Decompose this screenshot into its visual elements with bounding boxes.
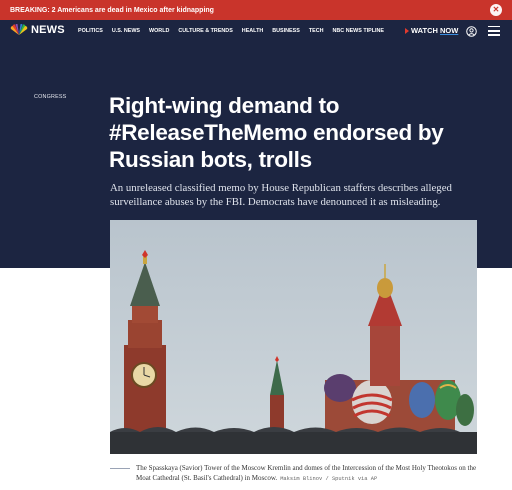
watch-now-label: NOW bbox=[439, 26, 459, 35]
nav-link-tipline[interactable]: NBC NEWS TIPLINE bbox=[333, 28, 385, 34]
play-icon bbox=[405, 27, 409, 34]
nav-links: POLITICS U.S. NEWS WORLD CULTURE & TREND… bbox=[78, 20, 384, 42]
user-icon[interactable] bbox=[466, 26, 477, 37]
photo-caption: The Spasskaya (Savior) Tower of the Mosc… bbox=[136, 463, 486, 484]
nav-link-us-news[interactable]: U.S. NEWS bbox=[112, 28, 140, 34]
article-dek: An unreleased classified memo by House R… bbox=[110, 182, 452, 208]
peacock-logo-icon bbox=[10, 24, 28, 35]
article-headline: Right-wing demand to #ReleaseTheMemo end… bbox=[109, 93, 444, 172]
menu-icon[interactable] bbox=[488, 26, 500, 36]
nav-link-health[interactable]: HEALTH bbox=[242, 28, 263, 34]
watch-now-button[interactable]: WATCH NOW bbox=[405, 26, 458, 35]
caption-rule bbox=[110, 468, 130, 469]
section-label[interactable]: CONGRESS bbox=[34, 94, 66, 100]
nav-link-tech[interactable]: TECH bbox=[309, 28, 324, 34]
nav-link-world[interactable]: WORLD bbox=[149, 28, 169, 34]
photo-credit: Maksim Blinov / Sputnik via AP bbox=[280, 476, 378, 482]
article-photo bbox=[110, 220, 477, 454]
nav-link-culture-trends[interactable]: CULTURE & TRENDS bbox=[178, 28, 232, 34]
nav-link-politics[interactable]: POLITICS bbox=[78, 28, 103, 34]
nbc-news-logo[interactable]: NEWS bbox=[10, 24, 65, 36]
nav-link-business[interactable]: BUSINESS bbox=[272, 28, 300, 34]
breaking-news-text[interactable]: BREAKING: 2 Americans are dead in Mexico… bbox=[10, 7, 214, 14]
watch-label: WATCH bbox=[411, 26, 438, 35]
top-nav: NEWS POLITICS U.S. NEWS WORLD CULTURE & … bbox=[0, 20, 512, 42]
close-icon[interactable]: ✕ bbox=[490, 4, 502, 16]
logo-text: NEWS bbox=[31, 24, 65, 36]
breaking-news-banner[interactable]: BREAKING: 2 Americans are dead in Mexico… bbox=[0, 0, 512, 20]
